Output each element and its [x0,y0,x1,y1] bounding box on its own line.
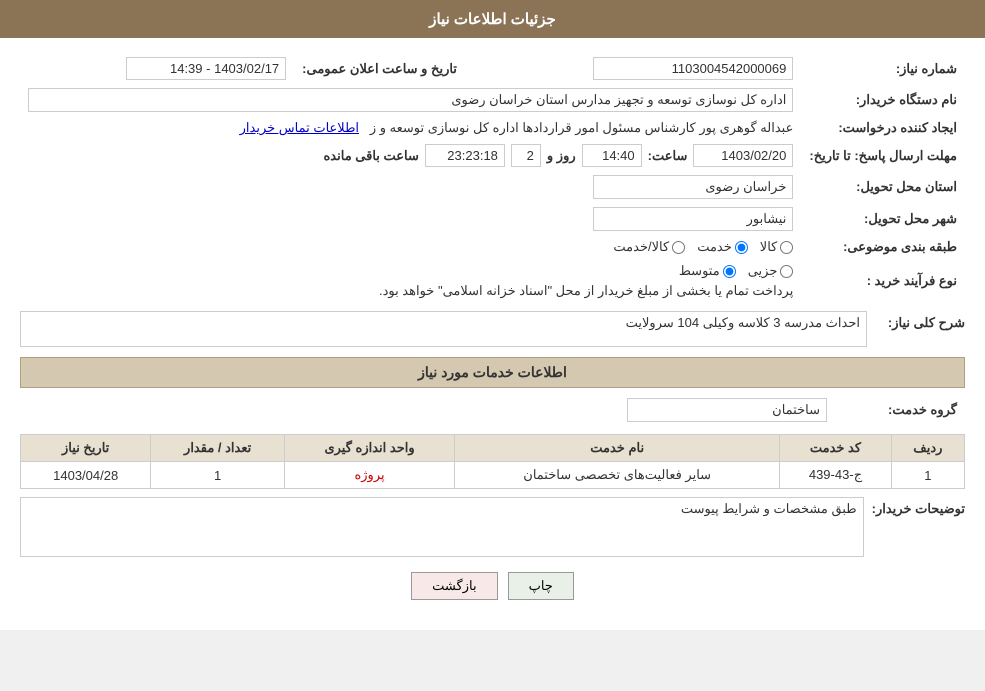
deadline-days: 2 [511,144,541,167]
row-deadline: مهلت ارسال پاسخ: تا تاریخ: 1403/02/20 سا… [20,140,965,171]
button-row: چاپ بازگشت [20,572,965,600]
category-radio-both[interactable] [672,241,685,254]
need-number-label: شماره نیاز: [801,53,965,84]
page-header: جزئیات اطلاعات نیاز [0,0,985,38]
services-table-body: 1 ج-43-439 سایر فعالیت‌های تخصصی ساختمان… [21,462,965,489]
process-label: نوع فرآیند خرید : [801,259,965,303]
buyer-desc-value: طبق مشخصات و شرایط پیوست [20,497,864,557]
service-group-value: ساختمان [627,398,827,422]
category-label-kala: کالا [760,239,778,255]
service-group-label: گروه خدمت: [835,394,965,426]
deadline-time-row: 1403/02/20 ساعت: 14:40 روز و 2 23:23:18 … [28,144,793,167]
cell-code: ج-43-439 [780,462,892,489]
need-number-value: 1103004542000069 [593,57,793,80]
content-area: شماره نیاز: 1103004542000069 تاریخ و ساع… [0,38,985,630]
deadline-date: 1403/02/20 [693,144,793,167]
row-category: طبقه بندی موضوعی: کالا خدمت [20,235,965,259]
col-code: کد خدمت [780,435,892,462]
deadline-remaining: 23:23:18 [425,144,505,167]
services-section-title: اطلاعات خدمات مورد نیاز [20,357,965,388]
description-row: شرح کلی نیاز: احداث مدرسه 3 کلاسه وکیلی … [20,311,965,347]
back-button[interactable]: بازگشت [411,572,497,600]
deadline-label: مهلت ارسال پاسخ: تا تاریخ: [801,140,965,171]
creator-value: عبداله گوهری پور کارشناس مسئول امور قرار… [370,120,793,135]
col-count: تعداد / مقدار [151,435,285,462]
cell-name: سایر فعالیت‌های تخصصی ساختمان [455,462,780,489]
category-radio-kala[interactable] [780,241,793,254]
process-radio-jozi[interactable] [780,265,793,278]
deadline-days-label: روز و [547,148,576,164]
table-row: 1 ج-43-439 سایر فعالیت‌های تخصصی ساختمان… [21,462,965,489]
process-note: پرداخت تمام یا بخشی از مبلغ خریدار از مح… [28,283,793,299]
process-radio-motavasset[interactable] [723,265,736,278]
row-province: استان محل تحویل: خراسان رضوی [20,171,965,203]
services-table-header: ردیف کد خدمت نام خدمت واحد اندازه گیری ت… [21,435,965,462]
province-value: خراسان رضوی [593,175,793,199]
page-title: جزئیات اطلاعات نیاز [429,11,556,28]
process-label-jozi: جزیی [748,263,778,279]
buyer-desc-row: توضیحات خریدار: طبق مشخصات و شرایط پیوست [20,497,965,557]
buyer-label: نام دستگاه خریدار: [801,84,965,116]
city-value: نیشابور [593,207,793,231]
col-unit: واحد اندازه گیری [284,435,454,462]
cell-row: 1 [891,462,964,489]
description-value: احداث مدرسه 3 کلاسه وکیلی 104 سرولایت [20,311,867,347]
announce-value: 1403/02/17 - 14:39 [126,57,286,80]
category-option-khedmat: خدمت [697,239,748,255]
province-label: استان محل تحویل: [801,171,965,203]
process-radio-group: جزیی متوسط [28,263,793,279]
cell-date: 1403/04/28 [21,462,151,489]
cell-unit: پروژه [284,462,454,489]
city-label: شهر محل تحویل: [801,203,965,235]
announce-label: تاریخ و ساعت اعلان عمومی: [294,53,465,84]
description-label: شرح کلی نیاز: [875,311,965,331]
page-wrapper: جزئیات اطلاعات نیاز شماره نیاز: 11030045… [0,0,985,630]
col-row: ردیف [891,435,964,462]
category-option-both: کالا/خدمت [613,239,685,255]
main-info-table: شماره نیاز: 1103004542000069 تاریخ و ساع… [20,53,965,303]
category-label-both: کالا/خدمت [613,239,669,255]
creator-link[interactable]: اطلاعات تماس خریدار [240,120,359,135]
process-option-jozi: جزیی [748,263,794,279]
col-name: نام خدمت [455,435,780,462]
deadline-time: 14:40 [582,144,642,167]
col-date: تاریخ نیاز [21,435,151,462]
category-label: طبقه بندی موضوعی: [801,235,965,259]
category-option-kala: کالا [760,239,794,255]
process-option-motavasset: متوسط [679,263,736,279]
services-header-row: ردیف کد خدمت نام خدمت واحد اندازه گیری ت… [21,435,965,462]
row-city: شهر محل تحویل: نیشابور [20,203,965,235]
buyer-value: اداره کل نوسازی توسعه و تجهیز مدارس استا… [28,88,793,112]
category-radio-group: کالا خدمت کالا/خدمت [28,239,793,255]
row-buyer: نام دستگاه خریدار: اداره کل نوسازی توسعه… [20,84,965,116]
category-radio-khedmat[interactable] [735,241,748,254]
row-process: نوع فرآیند خرید : جزیی متوسط پرداخت تمام… [20,259,965,303]
process-label-motavasset: متوسط [679,263,720,279]
deadline-remaining-label: ساعت باقی مانده [324,148,419,164]
print-button[interactable]: چاپ [508,572,574,600]
deadline-time-label: ساعت: [648,148,688,164]
cell-count: 1 [151,462,285,489]
services-table: ردیف کد خدمت نام خدمت واحد اندازه گیری ت… [20,434,965,489]
creator-label: ایجاد کننده درخواست: [801,116,965,140]
row-creator: ایجاد کننده درخواست: عبداله گوهری پور کا… [20,116,965,140]
buyer-desc-label: توضیحات خریدار: [872,497,965,517]
row-need-number: شماره نیاز: 1103004542000069 تاریخ و ساع… [20,53,965,84]
category-label-khedmat: خدمت [697,239,732,255]
service-group-table: گروه خدمت: ساختمان [20,394,965,426]
row-service-group: گروه خدمت: ساختمان [20,394,965,426]
